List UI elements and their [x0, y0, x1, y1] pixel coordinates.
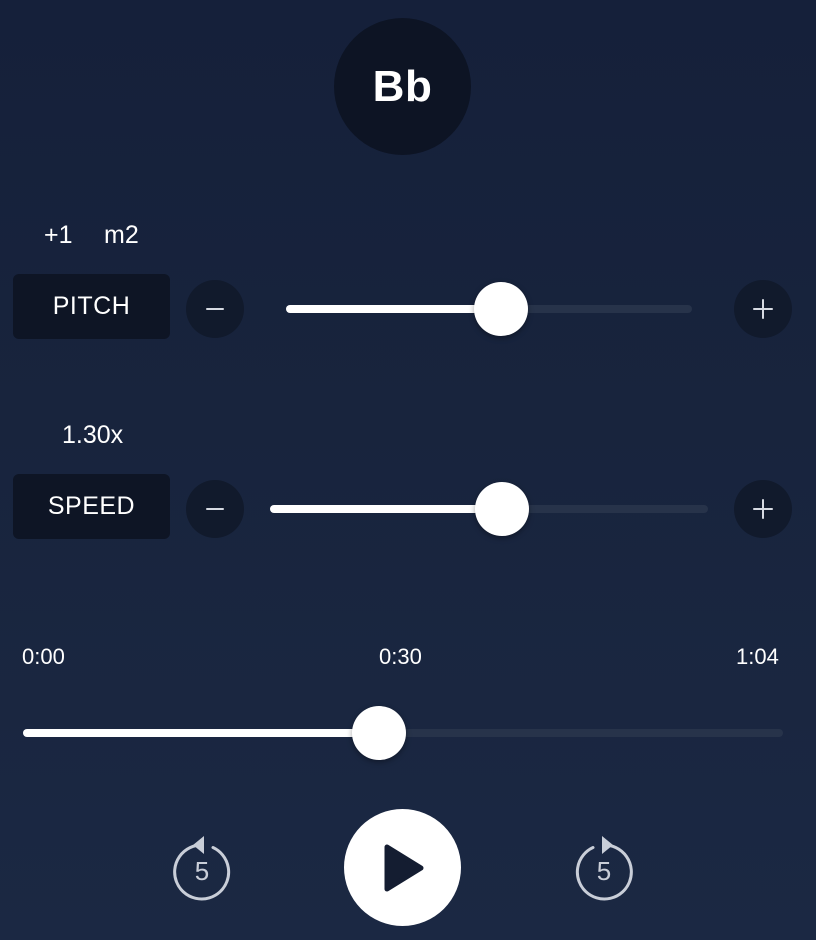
- pitch-increase-button[interactable]: [734, 280, 792, 338]
- end-time: 1:04: [736, 644, 779, 669]
- pitch-label: PITCH: [52, 292, 131, 320]
- key-name: Bb: [372, 61, 433, 111]
- speed-decrease-button[interactable]: [186, 480, 244, 538]
- pitch-slider-thumb[interactable]: [474, 282, 529, 336]
- forward-5-button[interactable]: 5: [573, 834, 635, 904]
- playback-progress-fill: [23, 729, 379, 737]
- pitch-slider[interactable]: [286, 282, 692, 336]
- plus-icon: [753, 499, 773, 519]
- current-time: 0:30: [379, 644, 422, 669]
- plus-icon: [753, 299, 773, 319]
- speed-slider-fill: [270, 505, 503, 513]
- pitch-interval-value: m2: [104, 221, 139, 249]
- play-button[interactable]: [344, 809, 461, 926]
- pitch-slider-fill: [286, 305, 502, 313]
- pitch-decrease-button[interactable]: [186, 280, 244, 338]
- rewind-seconds: 5: [194, 856, 210, 886]
- play-icon: [384, 844, 423, 891]
- speed-label-button[interactable]: SPEED: [13, 474, 170, 539]
- start-time: 0:00: [22, 644, 65, 669]
- forward-seconds: 5: [596, 856, 612, 886]
- speed-label: SPEED: [47, 492, 136, 520]
- key-indicator: Bb: [334, 18, 471, 155]
- pitch-semitones-value: +1: [44, 221, 73, 249]
- playback-progress-thumb[interactable]: [351, 706, 406, 760]
- playback-progress-slider[interactable]: [23, 706, 783, 760]
- speed-value: 1.30x: [62, 421, 124, 449]
- rewind-5-button[interactable]: 5: [171, 834, 233, 904]
- speed-slider[interactable]: [270, 482, 708, 536]
- speed-increase-button[interactable]: [734, 480, 792, 538]
- minus-icon: [206, 308, 224, 310]
- pitch-label-button[interactable]: PITCH: [13, 274, 170, 339]
- minus-icon: [206, 508, 224, 510]
- speed-slider-thumb[interactable]: [475, 482, 530, 536]
